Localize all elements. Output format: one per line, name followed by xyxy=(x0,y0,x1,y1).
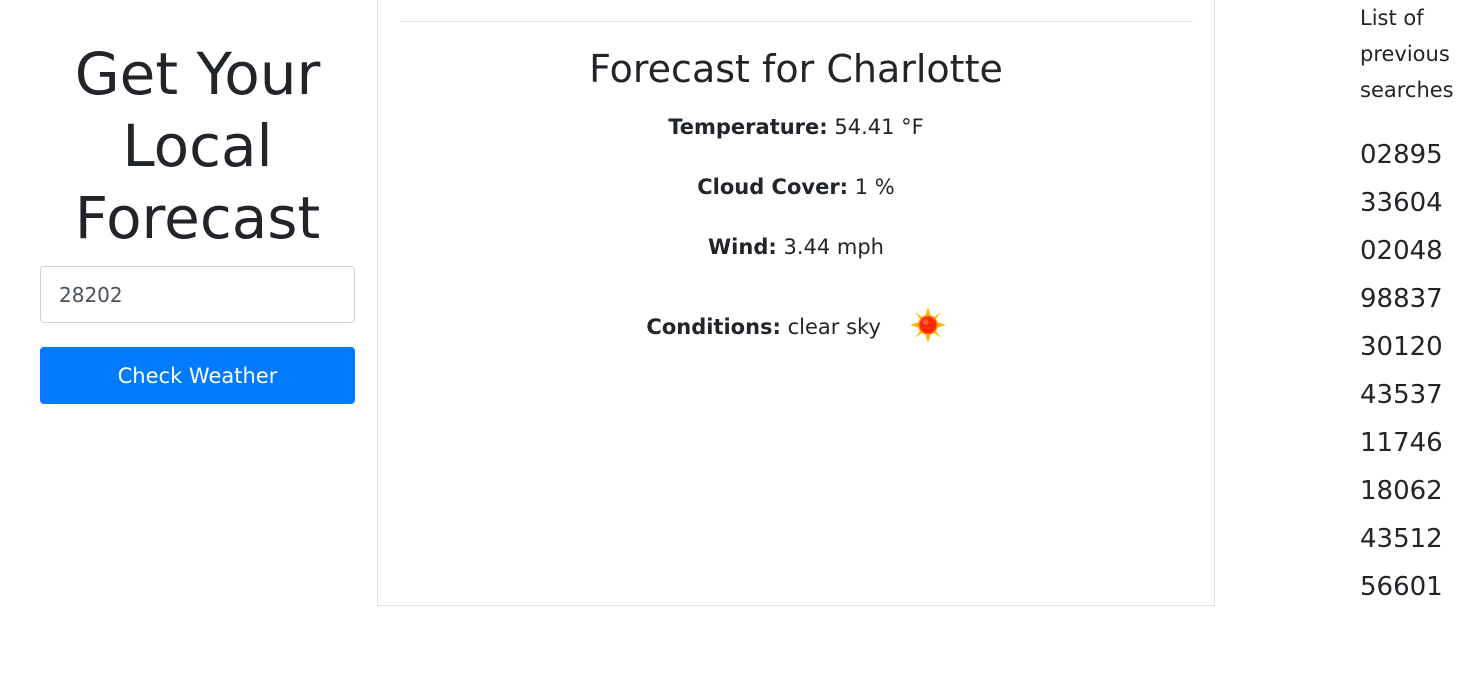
conditions-row: Conditions: clear sky xyxy=(378,307,1214,346)
conditions-label: Conditions: xyxy=(646,315,781,339)
forecast-title: Forecast for Charlotte xyxy=(589,47,1003,91)
history-item[interactable]: 33604 xyxy=(1360,179,1470,227)
wind-row: Wind: 3.44 mph xyxy=(378,235,1214,259)
history-item[interactable]: 43512 xyxy=(1360,515,1470,563)
history-item[interactable]: 02048 xyxy=(1360,227,1470,275)
sun-icon xyxy=(909,307,946,343)
wind-value: 3.44 mph xyxy=(783,235,884,259)
divider xyxy=(401,21,1193,22)
page-title: Get Your Local Forecast xyxy=(74,40,321,252)
history-item[interactable]: 30120 xyxy=(1360,323,1470,371)
temperature-label: Temperature: xyxy=(668,115,828,139)
cloud-cover-label: Cloud Cover: xyxy=(697,175,849,199)
conditions-value: clear sky xyxy=(787,315,881,339)
cloud-cover-row: Cloud Cover: 1 % xyxy=(378,175,1214,199)
temperature-row: Temperature: 54.41 °F xyxy=(378,115,1214,139)
cloud-cover-value: 1 % xyxy=(854,175,895,199)
wind-label: Wind: xyxy=(708,235,777,259)
history-item[interactable]: 56601 xyxy=(1360,563,1470,611)
search-sidebar: Get Your Local Forecast Check Weather xyxy=(40,0,355,404)
check-weather-button[interactable]: Check Weather xyxy=(40,347,355,404)
search-history: List of previous searches 02895 33604 02… xyxy=(1360,0,1470,611)
history-item[interactable]: 11746 xyxy=(1360,419,1470,467)
history-heading: List of previous searches xyxy=(1360,6,1454,102)
history-item[interactable]: 43537 xyxy=(1360,371,1470,419)
temperature-value: 54.41 °F xyxy=(834,115,924,139)
history-list: 02895 33604 02048 98837 30120 43537 1174… xyxy=(1360,131,1470,611)
forecast-panel: Forecast for Charlotte Temperature: 54.4… xyxy=(377,0,1215,606)
history-item[interactable]: 18062 xyxy=(1360,467,1470,515)
history-item[interactable]: 98837 xyxy=(1360,275,1470,323)
history-item[interactable]: 02895 xyxy=(1360,131,1470,179)
zip-code-input[interactable] xyxy=(40,266,355,323)
